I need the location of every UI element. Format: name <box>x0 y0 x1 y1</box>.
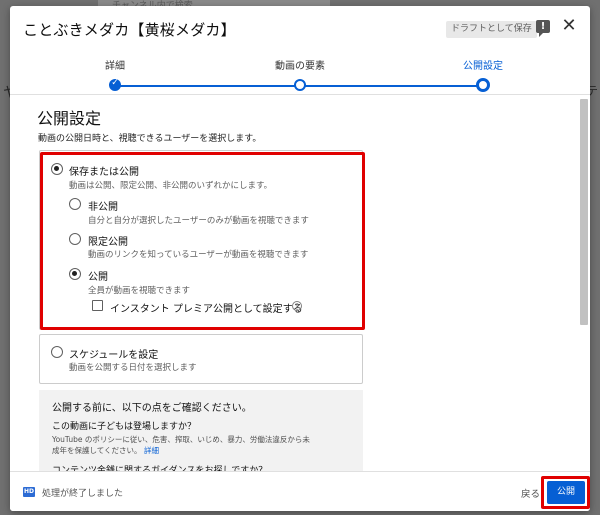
checklist-question-monetization: コンテンツ金銭に関するガイダンスをお探しですか？ <box>52 466 268 471</box>
checklist-title: 公開する前に、以下の点をご確認ください。 <box>52 403 252 414</box>
content-scrollbar[interactable] <box>580 99 588 325</box>
dialog-footer: HD 処理が終了しました 戻る 公開 <box>10 471 590 511</box>
alert-feedback-icon[interactable] <box>536 20 550 37</box>
visibility-title: 公開設定 <box>37 109 102 128</box>
step-dot-elements[interactable] <box>294 79 306 91</box>
checklist-question-children: この動画に子どもは登場しますか？ <box>52 422 197 432</box>
save-as-draft-button[interactable]: ドラフトとして保存 <box>446 21 537 38</box>
schedule-label[interactable]: スケジュールを設定 <box>69 346 158 361</box>
public-desc: 全員が動画を視聴できます <box>88 286 191 296</box>
close-icon[interactable]: ✕ <box>560 17 578 35</box>
dialog-title: ことぶきメダカ【黄桜メダカ】 <box>23 21 236 39</box>
save-or-publish-label[interactable]: 保存または公開 <box>69 163 139 178</box>
visibility-subtitle: 動画の公開日時と、視聴できるユーザーを選択します。 <box>38 134 262 144</box>
step-dot-visibility[interactable] <box>476 78 490 92</box>
save-or-publish-desc: 動画は公開、限定公開、非公開のいずれかにします。 <box>69 181 273 191</box>
step-label-details[interactable]: 詳細 <box>105 57 125 72</box>
unlisted-label[interactable]: 限定公開 <box>88 233 128 248</box>
checklist-learn-more-link[interactable]: 詳細 <box>144 446 159 455</box>
stepper-line-todo <box>300 85 483 87</box>
step-label-visibility[interactable]: 公開設定 <box>463 57 503 72</box>
stepper-line-done <box>115 85 300 87</box>
dialog-header: ことぶきメダカ【黄桜メダカ】 ドラフトとして保存 ✕ <box>10 6 590 52</box>
upload-dialog: ことぶきメダカ【黄桜メダカ】 ドラフトとして保存 ✕ 詳細 動画の要素 公開設定… <box>10 6 590 511</box>
private-radio[interactable] <box>69 198 81 210</box>
step-label-elements[interactable]: 動画の要素 <box>275 57 325 72</box>
public-label[interactable]: 公開 <box>88 268 108 283</box>
save-or-publish-radio[interactable] <box>51 163 63 175</box>
public-radio[interactable] <box>69 268 81 280</box>
checklist-policy-text: YouTube のポリシーに従い、危害、搾取、いじめ、暴力、労働法違反から未成年… <box>52 435 310 455</box>
visibility-content: 公開設定 動画の公開日時と、視聴できるユーザーを選択します。 保存または公開 動… <box>10 95 590 471</box>
progress-stepper: 詳細 動画の要素 公開設定 <box>10 52 590 94</box>
unlisted-desc: 動画のリンクを知っているユーザーが動画を視聴できます <box>88 250 309 260</box>
schedule-desc: 動画を公開する日付を選択します <box>69 363 197 373</box>
private-label[interactable]: 非公開 <box>88 198 118 213</box>
checklist-text-children: YouTube のポリシーに従い、危害、搾取、いじめ、暴力、労働法違反から未成年… <box>52 434 312 456</box>
schedule-radio[interactable] <box>51 346 63 358</box>
publish-button[interactable]: 公開 <box>547 481 585 504</box>
instant-premiere-checkbox[interactable] <box>92 300 103 311</box>
processing-status: 処理が終了しました <box>42 489 124 499</box>
help-icon[interactable]: ? <box>292 301 302 311</box>
step-dot-details[interactable] <box>109 78 121 91</box>
pre-publish-checklist: 公開する前に、以下の点をご確認ください。 この動画に子どもは登場しますか？ Yo… <box>39 390 363 471</box>
private-desc: 自分と自分が選択したユーザーのみが動画を視聴できます <box>88 216 309 226</box>
back-button[interactable]: 戻る <box>521 486 540 500</box>
unlisted-radio[interactable] <box>69 233 81 245</box>
instant-premiere-label[interactable]: インスタント プレミア公開として設定する <box>110 300 303 315</box>
hd-badge-icon: HD <box>23 487 35 497</box>
